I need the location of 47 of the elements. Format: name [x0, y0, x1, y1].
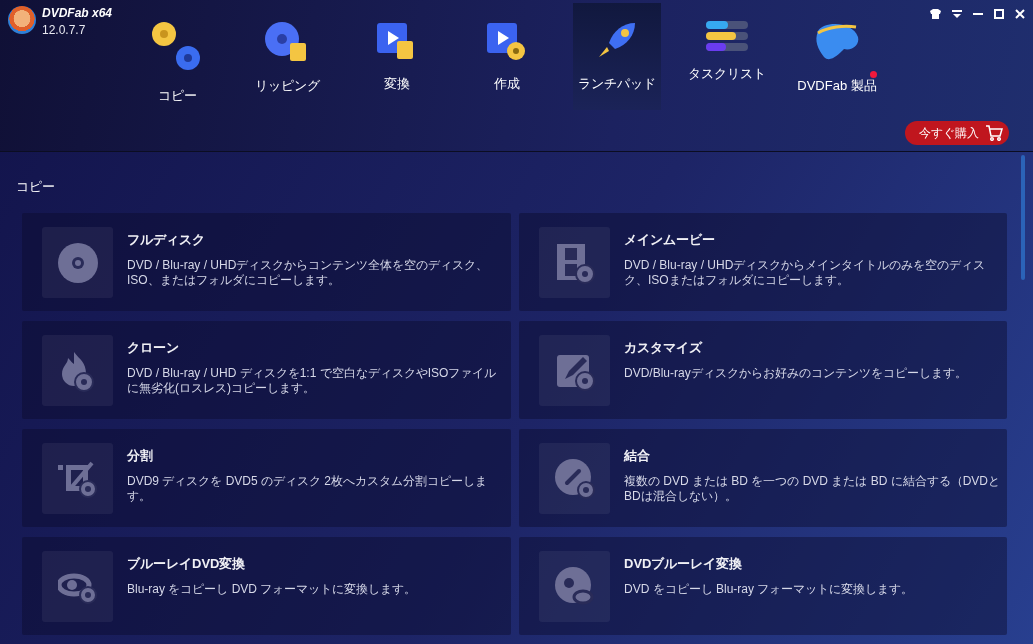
section-title: コピー: [16, 178, 56, 196]
menu-icon[interactable]: [952, 9, 962, 19]
feature-card[interactable]: カスタマイズ DVD/Blu-rayディスクからお好みのコンテンツをコピーします。: [519, 321, 1007, 419]
film-disc-icon: [554, 241, 595, 284]
close-icon[interactable]: [1015, 9, 1025, 19]
card-description: DVD をコピーし Blu-ray フォーマットに変換します。: [624, 582, 915, 597]
feature-card[interactable]: DVDブルーレイ変換 DVD をコピーし Blu-ray フォーマットに変換します。: [519, 537, 1007, 635]
skin-icon[interactable]: [930, 9, 941, 19]
nav-tab[interactable]: 作成: [463, 3, 551, 110]
nav-tab[interactable]: タスクリスト: [683, 3, 771, 110]
card-description: DVD/Blu-rayディスクからお好みのコンテンツをコピーします。: [624, 366, 968, 381]
video-disc-icon: [487, 21, 527, 61]
feature-card[interactable]: 結合 複数の DVD または BD を一つの DVD または BD に結合する（DVDとBDは混合しない）。: [519, 429, 1007, 527]
card-description: DVD9 ディスクを DVD5 のディスク 2枚へカスタム分割コピーします。: [127, 474, 489, 504]
card-title: カスタマイズ: [624, 339, 704, 357]
feature-card[interactable]: クローン DVD / Blu-ray / UHD ディスクを1:1 で空白なディスクやISOファイルに無劣化(ロスレス)コピーします。: [22, 321, 511, 419]
list-bars-icon: [706, 21, 748, 51]
card-description: 複数の DVD または BD を一つの DVD または BD に結合する（DVDとBDは混合しない）。: [624, 474, 1001, 504]
buy-now-button[interactable]: 今すぐ購入: [905, 121, 1009, 145]
nav-tab[interactable]: コピー: [133, 3, 221, 110]
card-title: ブルーレイDVD変換: [127, 555, 247, 573]
card-title: 分割: [127, 447, 154, 465]
scrollbar-thumb[interactable]: [1021, 155, 1025, 280]
app-logo: [8, 6, 36, 34]
card-description: DVD / Blu-ray / UHDディスクからコンテンツ全体を空のディスク、ISO、またはフォルダにコピーします。: [127, 258, 490, 288]
feature-card[interactable]: フルディスク DVD / Blu-ray / UHDディスクからコンテンツ全体を空のディスク、ISO、またはフォルダにコピーします。: [22, 213, 511, 311]
card-title: DVDブルーレイ変換: [624, 555, 744, 573]
feature-card[interactable]: ブルーレイDVD変換 Blu-ray をコピーし DVD フォーマットに変換します。: [22, 537, 511, 635]
card-description: DVD / Blu-ray / UHDディスクからメインタイトルのみを空のディスク、ISOまたはフォルダにコピーします。: [624, 258, 987, 288]
feature-card[interactable]: メインムービー DVD / Blu-ray / UHDディスクからメインタイトルのみを空のディスク、ISOまたはフォルダにコピーします。: [519, 213, 1007, 311]
app-version: 12.0.7.7: [42, 23, 87, 37]
card-title: フルディスク: [127, 231, 206, 249]
cart-icon: [985, 125, 1003, 141]
card-title: クローン: [127, 339, 180, 357]
nav-tab[interactable]: 変換: [353, 3, 441, 110]
disc-icon: [56, 241, 99, 284]
card-description: DVD / Blu-ray / UHD ディスクを1:1 で空白なディスクやISOファイルに無劣化(ロスレス)コピーします。: [127, 366, 498, 396]
feature-card[interactable]: 分割 DVD9 ディスクを DVD5 のディスク 2枚へカスタム分割コピーします。: [22, 429, 511, 527]
card-title: メインムービー: [624, 231, 716, 249]
card-description: Blu-ray をコピーし DVD フォーマットに変換します。: [127, 582, 418, 597]
card-title: 結合: [624, 447, 651, 465]
nav-tab[interactable]: DVDFab 製品: [793, 3, 881, 110]
app-name: DVDFab x64: [42, 6, 113, 20]
maximize-icon[interactable]: [994, 9, 1004, 19]
nav-tab[interactable]: ランチパッド: [573, 3, 661, 110]
nav-tab[interactable]: リッピング: [243, 3, 331, 110]
link-disc-icon: [553, 457, 596, 500]
